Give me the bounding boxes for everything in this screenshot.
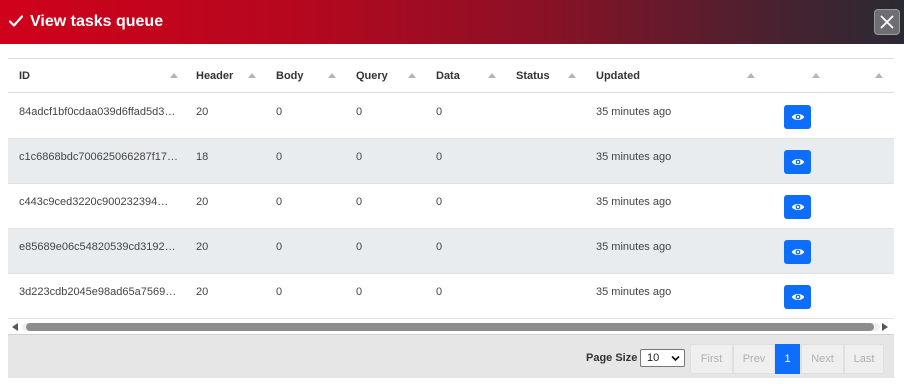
cell-data: 0 (436, 286, 443, 298)
scroll-right-icon[interactable] (882, 323, 888, 331)
table-row: c1c6868bdc700625066287f17… 18 0 0 0 35 m… (8, 139, 894, 184)
column-header-body[interactable]: Body (276, 59, 304, 93)
table-row: e85689e06c54820539cd3192… 20 0 0 0 35 mi… (8, 229, 894, 274)
sort-icon[interactable] (568, 73, 576, 78)
cell-id: 3d223cdb2045e98ad65a7569… (19, 286, 177, 298)
cell-updated: 35 minutes ago (596, 106, 672, 118)
page-size-value: 10 (647, 352, 660, 364)
check-icon (8, 15, 24, 27)
column-header-label: Data (436, 70, 460, 82)
cell-body: 0 (276, 286, 283, 298)
cell-header: 20 (196, 196, 209, 208)
column-header-status[interactable]: Status (516, 59, 550, 93)
cell-body: 0 (276, 241, 283, 253)
cell-body: 0 (276, 196, 283, 208)
view-task-button[interactable] (784, 285, 811, 309)
cell-query: 0 (356, 286, 363, 298)
chevron-down-icon (671, 355, 680, 362)
close-button[interactable] (874, 9, 900, 35)
eye-icon (791, 294, 804, 300)
view-task-button[interactable] (784, 240, 811, 264)
column-header-label: Status (516, 70, 550, 82)
cell-data: 0 (436, 196, 443, 208)
tasks-grid: ID Header Body Query Data Status Updated… (8, 58, 894, 322)
cell-query: 0 (356, 196, 363, 208)
first-page-label: First (700, 353, 723, 365)
column-header-data[interactable]: Data (436, 59, 460, 93)
eye-icon (791, 114, 804, 120)
cell-query: 0 (356, 106, 363, 118)
sort-icon[interactable] (875, 73, 883, 78)
view-task-button[interactable] (784, 150, 811, 174)
cell-query: 0 (356, 241, 363, 253)
column-header-label: Body (276, 70, 304, 82)
current-page-label: 1 (784, 353, 791, 365)
scrollbar-thumb[interactable] (26, 323, 874, 331)
column-header-updated[interactable]: Updated (596, 59, 640, 93)
prev-page-button[interactable]: Prev (733, 344, 775, 374)
column-header-query[interactable]: Query (356, 59, 388, 93)
last-page-button[interactable]: Last (844, 344, 884, 374)
sort-icon[interactable] (408, 73, 416, 78)
column-header-label: Header (196, 70, 234, 82)
sort-icon[interactable] (812, 73, 820, 78)
sort-icon[interactable] (488, 73, 496, 78)
next-page-label: Next (811, 353, 834, 365)
dialog-header: View tasks queue (0, 0, 904, 44)
cell-query: 0 (356, 151, 363, 163)
view-task-button[interactable] (784, 105, 811, 129)
column-header-label: Query (356, 70, 388, 82)
column-header-label: ID (19, 70, 30, 82)
cell-header: 20 (196, 286, 209, 298)
cell-updated: 35 minutes ago (596, 286, 672, 298)
view-task-button[interactable] (784, 195, 811, 219)
sort-icon[interactable] (170, 73, 178, 78)
page-1-button[interactable]: 1 (775, 344, 800, 374)
last-page-label: Last (853, 353, 875, 365)
grid-header-row: ID Header Body Query Data Status Updated (8, 59, 894, 93)
cell-data: 0 (436, 106, 443, 118)
horizontal-scrollbar[interactable] (8, 321, 894, 333)
cell-id: c1c6868bdc700625066287f17… (19, 151, 179, 163)
eye-icon (791, 249, 804, 255)
close-icon (880, 15, 894, 29)
column-header-label: Updated (596, 70, 640, 82)
column-header-id[interactable]: ID (19, 59, 30, 93)
cell-body: 0 (276, 151, 283, 163)
cell-body: 0 (276, 106, 283, 118)
cell-header: 20 (196, 241, 209, 253)
table-row: 84adcf1bf0cdaa039d6ffad5d3… 20 0 0 0 35 … (8, 94, 894, 139)
column-header-header[interactable]: Header (196, 59, 233, 93)
cell-header: 18 (196, 151, 209, 163)
dialog-title: View tasks queue (30, 13, 164, 30)
next-page-button[interactable]: Next (801, 344, 844, 374)
pagination-bar: Page Size 10 First Prev 1 Next Last (8, 334, 894, 378)
cell-id: 84adcf1bf0cdaa039d6ffad5d3… (19, 106, 176, 118)
cell-header: 20 (196, 106, 209, 118)
sort-icon[interactable] (248, 73, 256, 78)
cell-updated: 35 minutes ago (596, 151, 672, 163)
eye-icon (791, 159, 804, 165)
cell-updated: 35 minutes ago (596, 241, 672, 253)
eye-icon (791, 204, 804, 210)
sort-icon[interactable] (328, 73, 336, 78)
scroll-left-icon[interactable] (12, 323, 18, 331)
page-size-label: Page Size (586, 352, 638, 364)
cell-id: e85689e06c54820539cd3192… (19, 241, 176, 253)
page-size-select[interactable]: 10 (640, 349, 685, 367)
cell-updated: 35 minutes ago (596, 196, 672, 208)
cell-id: c443c9ced3220c900232394… (19, 196, 169, 208)
cell-data: 0 (436, 241, 443, 253)
first-page-button[interactable]: First (690, 344, 733, 374)
sort-icon[interactable] (747, 73, 755, 78)
table-row: 3d223cdb2045e98ad65a7569… 20 0 0 0 35 mi… (8, 274, 894, 319)
table-row: c443c9ced3220c900232394… 20 0 0 0 35 min… (8, 184, 894, 229)
prev-page-label: Prev (742, 353, 766, 365)
cell-data: 0 (436, 151, 443, 163)
